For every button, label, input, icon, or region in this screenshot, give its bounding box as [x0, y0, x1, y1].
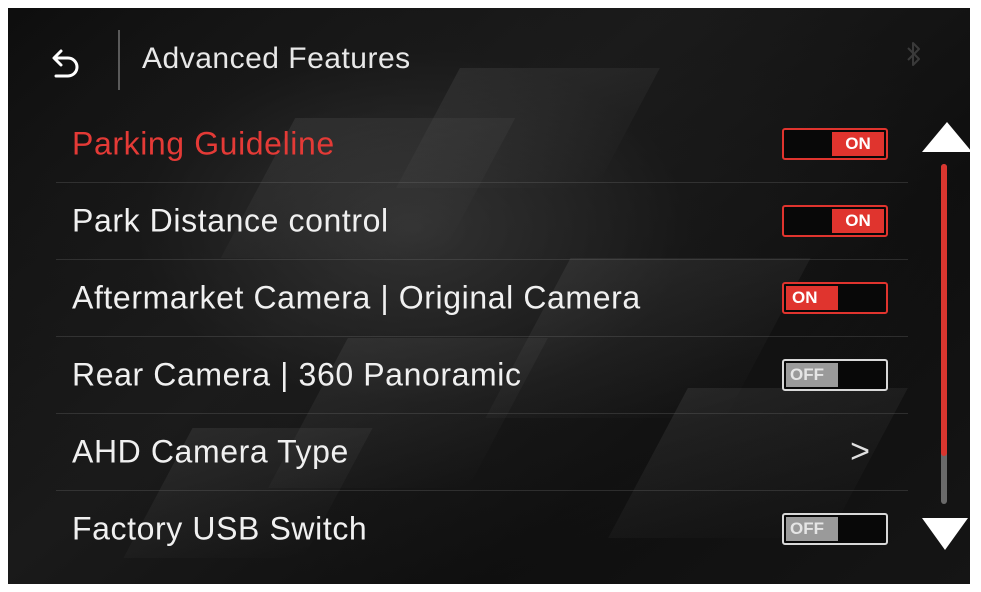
- factory-usb-switch-toggle[interactable]: OFF: [782, 513, 888, 545]
- toggle-state: OFF: [786, 517, 838, 541]
- setting-label: Aftermarket Camera | Original Camera: [72, 279, 641, 316]
- header-bar: Advanced Features: [8, 8, 970, 106]
- back-button[interactable]: [46, 44, 86, 84]
- rear-camera-toggle[interactable]: OFF: [782, 359, 888, 391]
- page-title: Advanced Features: [142, 42, 411, 75]
- toggle-state: OFF: [786, 363, 838, 387]
- bluetooth-icon: [904, 40, 924, 68]
- scrollbar-track[interactable]: [941, 164, 947, 504]
- scroll-down-arrow-icon[interactable]: [922, 518, 968, 550]
- setting-row-rear-camera[interactable]: Rear Camera | 360 Panoramic OFF: [56, 337, 908, 414]
- toggle-state: ON: [832, 132, 884, 156]
- toggle-state: ON: [832, 209, 884, 233]
- setting-label: Parking Guideline: [72, 125, 335, 162]
- setting-row-camera-source[interactable]: Aftermarket Camera | Original Camera ON: [56, 260, 908, 337]
- park-distance-control-toggle[interactable]: ON: [782, 205, 888, 237]
- settings-list: Parking Guideline ON Park Distance contr…: [56, 106, 908, 567]
- head-unit-screen: Advanced Features Parking Guideline ON P…: [8, 8, 970, 584]
- camera-source-toggle[interactable]: ON: [782, 282, 888, 314]
- setting-label: AHD Camera Type: [72, 433, 349, 470]
- chevron-right-icon: >: [850, 432, 870, 471]
- parking-guideline-toggle[interactable]: ON: [782, 128, 888, 160]
- scroll-up-arrow-icon[interactable]: [922, 122, 970, 152]
- setting-label: Rear Camera | 360 Panoramic: [72, 356, 522, 393]
- setting-row-ahd-camera-type[interactable]: AHD Camera Type >: [56, 414, 908, 491]
- setting-row-factory-usb-switch[interactable]: Factory USB Switch OFF: [56, 491, 908, 567]
- setting-row-park-distance-control[interactable]: Park Distance control ON: [56, 183, 908, 260]
- setting-label: Park Distance control: [72, 202, 389, 239]
- scrollbar-thumb[interactable]: [941, 164, 947, 456]
- setting-row-parking-guideline[interactable]: Parking Guideline ON: [56, 106, 908, 183]
- back-arrow-icon: [52, 49, 79, 78]
- setting-label: Factory USB Switch: [72, 510, 368, 547]
- header-divider: [118, 30, 120, 90]
- toggle-state: ON: [786, 286, 838, 310]
